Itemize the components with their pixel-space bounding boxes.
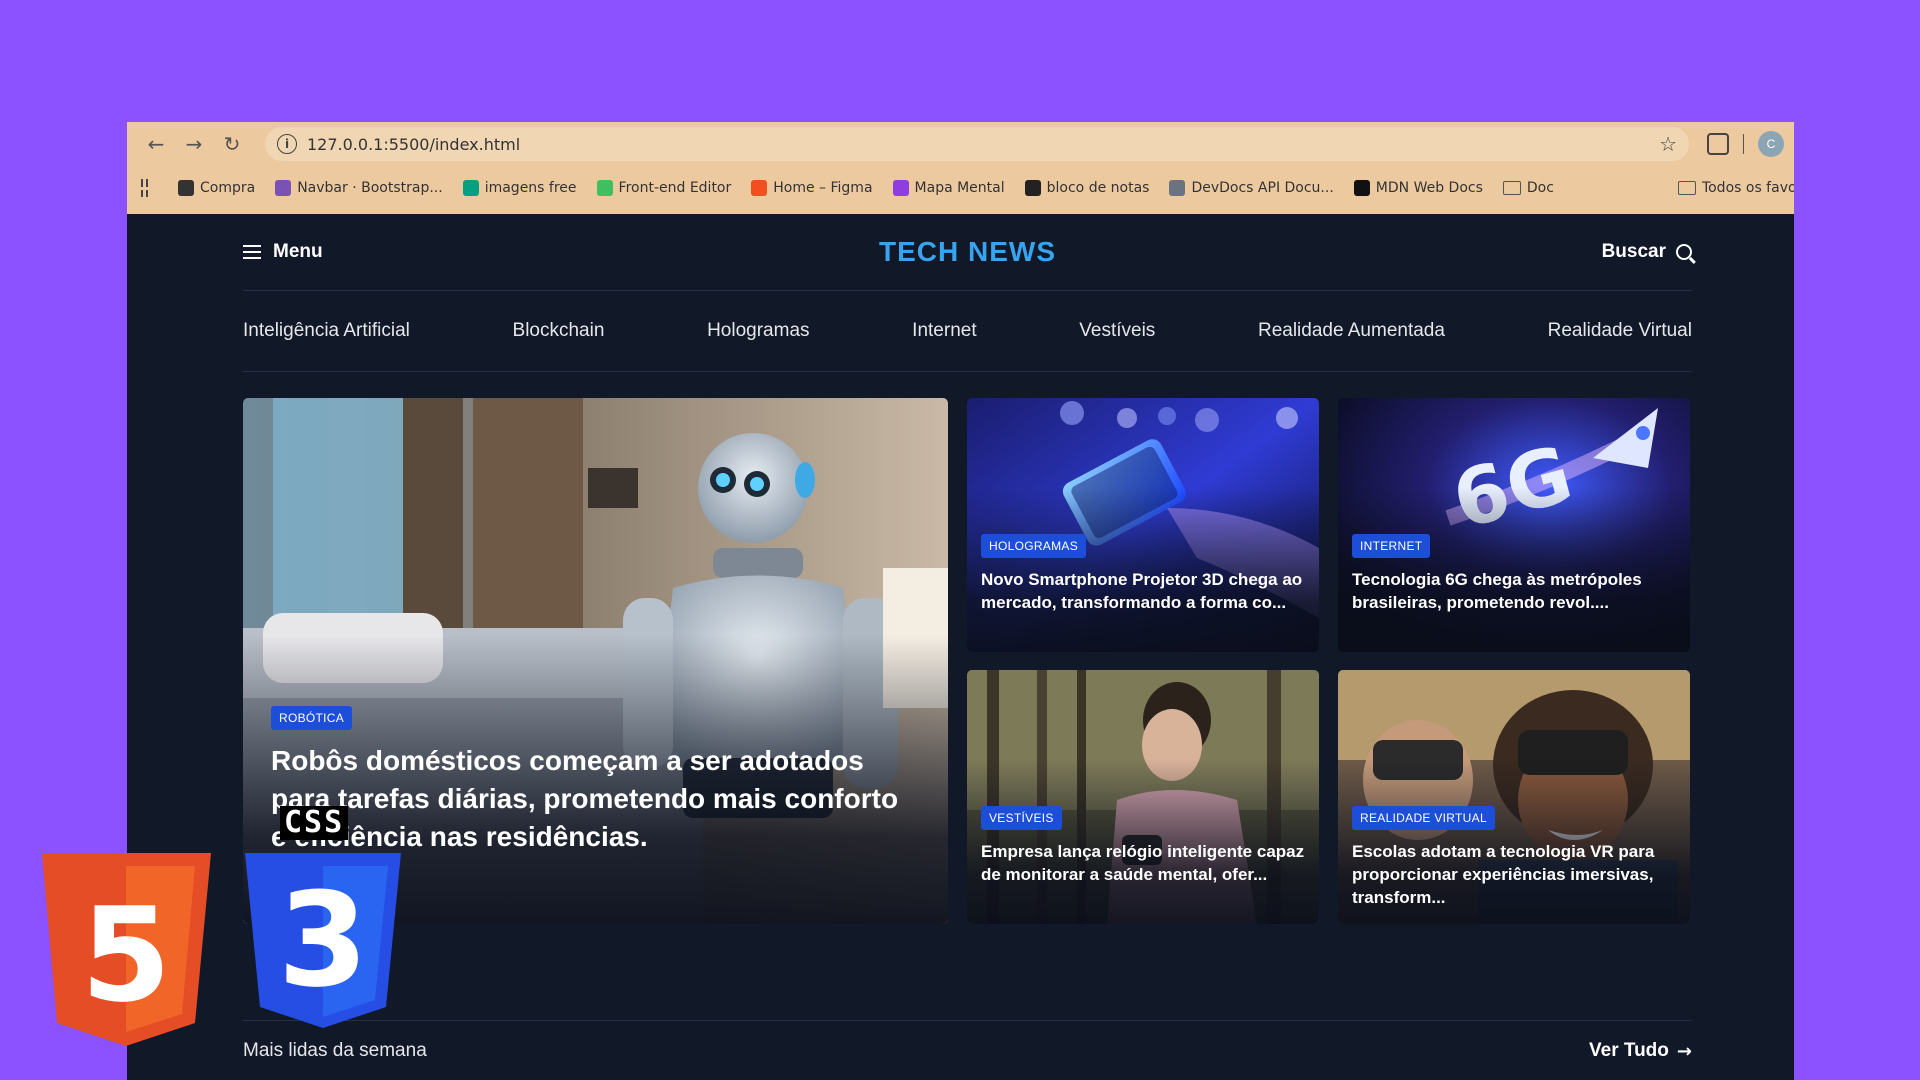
url-text[interactable]: 127.0.0.1:5500/index.html [307,135,520,154]
nav-divider [243,371,1692,372]
site-info-icon[interactable]: i [277,134,297,154]
browser-chrome: ← → ↻ i 127.0.0.1:5500/index.html ☆ C Co… [127,122,1794,214]
address-bar[interactable]: i 127.0.0.1:5500/index.html ☆ [265,127,1689,161]
site-logo[interactable]: TECH NEWS [879,236,1056,268]
bookmark-label: Doc [1526,180,1554,196]
category-nav: Inteligência Artificial Blockchain Holog… [243,309,1692,353]
pexels-icon [462,180,479,196]
bookmark-item[interactable]: imagens free [462,180,577,196]
hamburger-icon [243,245,261,259]
bootstrap-icon [275,180,292,196]
article-title[interactable]: Novo Smartphone Projetor 3D chega ao mer… [981,568,1311,614]
bookmark-label: MDN Web Docs [1375,180,1483,196]
folder-icon [1502,181,1521,195]
article-card-hologramas[interactable]: HOLOGRAMAS Novo Smartphone Projetor 3D c… [967,398,1319,652]
folder-icon [1677,181,1696,195]
article-title[interactable]: Empresa lança relógio inteligente capaz … [981,840,1311,886]
bookmark-item[interactable]: Doc [1502,180,1554,196]
back-icon[interactable]: ← [137,128,175,160]
article-badge[interactable]: VESTÍVEIS [981,806,1062,830]
article-badge[interactable]: REALIDADE VIRTUAL [1352,806,1495,830]
bookmark-star-icon[interactable]: ☆ [1659,132,1677,156]
header-divider [243,290,1692,291]
extensions-icon[interactable] [1707,133,1729,155]
bookmark-item[interactable]: Mapa Mental [892,180,1005,196]
see-all-label: Ver Tudo [1589,1040,1669,1061]
other-bookmarks-label: Todos os favor [1701,180,1794,196]
reload-icon[interactable]: ↻ [213,128,251,160]
bookmark-label: Front-end Editor [618,180,732,196]
category-blockchain[interactable]: Blockchain [513,320,605,342]
bookmarks-bar: Compra Navbar · Bootstrap... imagens free F… [127,166,1794,210]
search-label: Buscar [1601,241,1666,262]
category-hologramas[interactable]: Hologramas [707,320,809,342]
arrow-right-icon: → [1676,1040,1692,1062]
bookmark-label: bloco de notas [1046,180,1150,196]
bookmark-item[interactable]: bloco de notas [1024,180,1150,196]
bookmark-label: Navbar · Bootstrap... [297,180,443,196]
article-card-realidade-virtual[interactable]: REALIDADE VIRTUAL Escolas adotam a tecno… [1338,670,1690,924]
toolbar-divider [1743,134,1744,154]
devdocs-icon [1169,180,1186,196]
bookmark-item[interactable]: Front-end Editor [596,180,732,196]
compra-icon [178,180,194,196]
frontend-editor-icon [596,180,613,196]
bookmark-label: Compra [200,180,256,196]
browser-toolbar: ← → ↻ i 127.0.0.1:5500/index.html ☆ C [127,122,1794,166]
bookmark-label: Mapa Mental [914,180,1005,196]
most-read-heading: Mais lidas da semana [243,1040,427,1061]
featured-article[interactable]: ROBÓTICA Robôs domésticos começam a ser … [243,398,948,924]
section-divider [243,1020,1692,1021]
search-icon [1676,244,1692,260]
article-badge[interactable]: HOLOGRAMAS [981,534,1087,558]
category-vestiveis[interactable]: Vestíveis [1079,320,1155,342]
bookmark-label: Home – Figma [773,180,873,196]
bookmark-label: imagens free [484,180,577,196]
search-button[interactable]: Buscar [1602,241,1692,263]
article-card-internet[interactable]: 6G INTERNET Tecnologia 6G chega às metró… [1338,398,1690,652]
browser-window: ← → ↻ i 127.0.0.1:5500/index.html ☆ C Co… [127,122,1794,1080]
bookmark-item[interactable]: DevDocs API Docu... [1169,180,1334,196]
article-card-vestiveis[interactable]: VESTÍVEIS Empresa lança relógio intelige… [967,670,1319,924]
article-title[interactable]: Tecnologia 6G chega às metrópoles brasil… [1352,568,1682,614]
see-all-link[interactable]: Ver Tudo → [1589,1040,1692,1062]
featured-title[interactable]: Robôs domésticos começam a ser adotados … [271,742,911,856]
category-realidade-aumentada[interactable]: Realidade Aumentada [1258,320,1445,342]
featured-badge[interactable]: ROBÓTICA [271,706,353,730]
figma-icon [751,180,768,196]
notion-icon [1024,180,1041,196]
site-content: Menu TECH NEWS Buscar Inteligência Artif… [127,214,1794,1080]
mdn-icon [1353,180,1370,196]
bookmark-item[interactable]: Home – Figma [751,180,873,196]
css-logo-word: CSS [280,806,349,840]
menu-label: Menu [273,241,323,262]
article-badge[interactable]: INTERNET [1352,534,1431,558]
bookmark-item[interactable]: Navbar · Bootstrap... [275,180,443,196]
category-ia[interactable]: Inteligência Artificial [243,320,410,342]
category-internet[interactable]: Internet [912,320,976,342]
mind-map-icon [892,180,909,196]
site-header: Menu TECH NEWS Buscar [243,214,1692,290]
profile-avatar[interactable]: C [1758,131,1784,157]
bookmark-label: DevDocs API Docu... [1191,180,1334,196]
article-title[interactable]: Escolas adotam a tecnologia VR para prop… [1352,840,1682,909]
category-realidade-virtual[interactable]: Realidade Virtual [1548,320,1692,342]
bookmark-item[interactable]: Compra [178,180,255,196]
bookmark-item[interactable]: MDN Web Docs [1353,180,1483,196]
menu-button[interactable]: Menu [243,241,323,263]
other-bookmarks[interactable]: Todos os favor [1677,180,1794,196]
apps-grid-icon[interactable] [141,179,148,197]
forward-icon[interactable]: → [175,128,213,160]
